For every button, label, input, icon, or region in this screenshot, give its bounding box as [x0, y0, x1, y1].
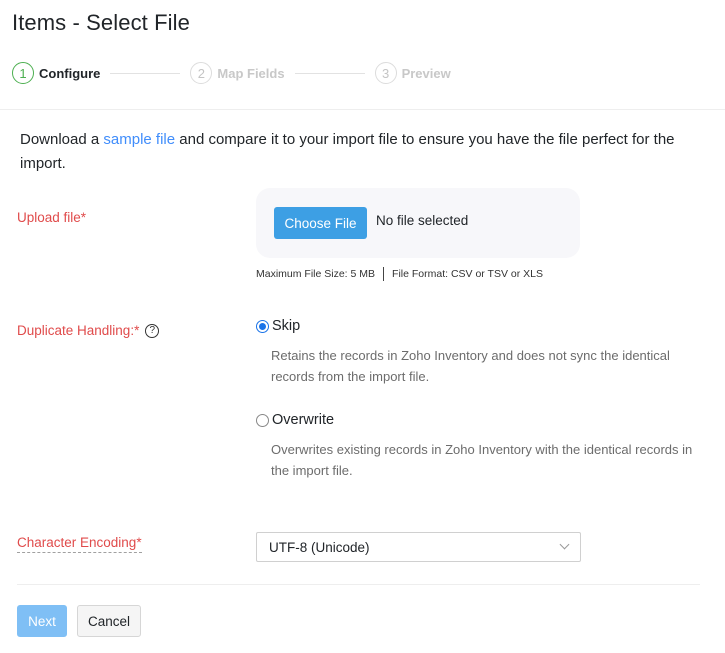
page-title: Items - Select File: [12, 10, 190, 35]
max-file-size-text: Maximum File Size: 5 MB: [256, 268, 376, 280]
intro-prefix: Download a: [20, 131, 104, 148]
sample-file-link[interactable]: sample file: [103, 131, 175, 148]
step-preview: 3 Preview: [374, 62, 451, 84]
step-number-badge: 3: [374, 62, 397, 84]
step-label: Configure: [39, 65, 101, 81]
step-map-fields: 2 Map Fields: [190, 62, 285, 84]
footer-divider: [17, 584, 700, 585]
intro-text: Download a sample file and compare it to…: [20, 128, 710, 176]
choose-file-button[interactable]: Choose File: [274, 207, 367, 239]
file-format-text: File Format: CSV or TSV or XLS: [392, 268, 543, 280]
import-stepper: 1 Configure 2 Map Fields 3 Preview: [12, 62, 451, 84]
overwrite-description: Overwrites existing records in Zoho Inve…: [271, 442, 693, 478]
upload-file-label: Upload file*: [17, 210, 87, 225]
header-divider: [0, 109, 725, 110]
duplicate-handling-label: Duplicate Handling:* ?: [17, 323, 160, 338]
radio-button-checked[interactable]: [256, 319, 269, 333]
meta-separator: [383, 267, 385, 281]
question-circle-icon[interactable]: ?: [145, 323, 160, 338]
character-encoding-label: Character Encoding*: [17, 535, 142, 553]
upload-dropzone[interactable]: Choose File No file selected: [256, 188, 580, 258]
step-number-badge: 1: [12, 62, 34, 84]
step-number-badge: 2: [190, 62, 213, 84]
file-requirements: Maximum File Size: 5 MB File Format: CSV…: [256, 267, 543, 281]
skip-description: Retains the records in Zoho Inventory an…: [271, 348, 670, 384]
duplicate-handling-label-text: Duplicate Handling:*: [17, 323, 140, 338]
radio-overwrite[interactable]: Overwrite: [256, 412, 334, 428]
character-encoding-select[interactable]: UTF-8 (Unicode): [256, 532, 581, 562]
radio-skip-label: Skip: [272, 318, 301, 334]
step-connector: [294, 72, 365, 74]
radio-button-unchecked[interactable]: [256, 413, 269, 427]
step-label: Preview: [401, 65, 451, 81]
step-label: Map Fields: [217, 65, 285, 81]
radio-skip[interactable]: Skip: [256, 318, 300, 334]
next-button[interactable]: Next: [17, 605, 67, 637]
cancel-button[interactable]: Cancel: [77, 605, 141, 637]
radio-overwrite-label: Overwrite: [272, 412, 335, 428]
step-connector: [110, 72, 181, 74]
chevron-down-icon: [559, 539, 570, 550]
selected-encoding: UTF-8 (Unicode): [269, 539, 370, 555]
step-configure: 1 Configure: [12, 62, 100, 84]
file-status-text: No file selected: [376, 213, 469, 228]
